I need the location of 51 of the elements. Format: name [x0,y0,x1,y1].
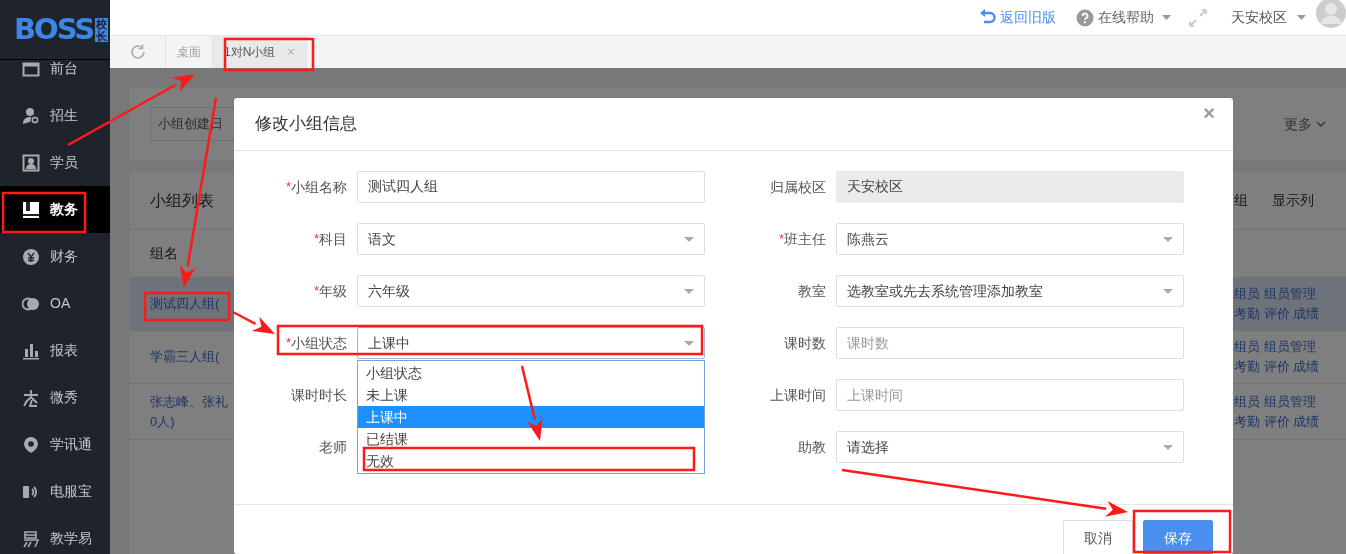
column-header: 组名 [150,244,178,263]
sidebar-item[interactable]: 电服宝 [0,468,110,515]
cancel-button[interactable]: 取消 [1063,520,1133,554]
required-mark: * [313,282,319,301]
list-title: 小组列表 [150,190,214,211]
field-label: 课时时长 [291,385,347,405]
field-label: 课时数 [784,333,826,353]
field-label: 小组状态 [291,333,347,353]
input-field[interactable]: 测试四人组 [357,171,705,203]
sidebar-item[interactable]: 招生 [0,92,110,139]
help-menu[interactable]: 在线帮助 [1076,7,1171,28]
field-label: 班主任 [784,229,826,249]
required-mark: * [313,230,319,249]
header-action[interactable]: 显示列 [1272,190,1314,211]
required-mark: * [285,178,291,197]
field-label: 上课时间 [770,385,826,405]
field-label: 科目 [319,229,347,249]
sidebar-item[interactable]: 财务 [0,233,110,280]
field-label: 教室 [798,281,826,301]
field-label: 老师 [319,437,347,457]
sidebar-item[interactable]: 学员 [0,139,110,186]
required-mark: * [285,334,291,353]
sidebar-item[interactable]: 报表 [0,327,110,374]
required-mark: * [778,230,784,249]
back-link[interactable]: 返回旧版 [979,7,1056,28]
sidebar-item[interactable]: 前台 [0,60,110,92]
dropdown-option[interactable]: 已结课 [358,428,704,450]
select-field[interactable]: 语文 [357,223,705,255]
campus-menu[interactable]: 天安校区 [1231,7,1306,28]
sidebar-item[interactable]: OA [0,280,110,327]
dropdown-option[interactable]: 未上课 [358,384,704,406]
sidebar-item[interactable]: 微秀 [0,374,110,421]
sidebar-item[interactable]: 学讯通 [0,421,110,468]
select-field[interactable]: 选教室或先去系统管理添加教室 [836,275,1184,307]
field-label: 归属校区 [770,177,826,197]
sidebar-item[interactable]: 教学易 [0,515,110,554]
header-action[interactable]: 组 [1234,190,1248,211]
input-field[interactable]: 上课时间 [836,379,1184,411]
sidebar-item[interactable]: 教务 [0,186,110,233]
select-field[interactable]: 请选择 [836,431,1184,463]
dropdown-option[interactable]: 无效 [358,450,704,472]
select-field[interactable]: 陈燕云 [836,223,1184,255]
select-field[interactable]: 六年级 [357,275,705,307]
select-field[interactable]: 上课中 [357,327,705,359]
field-label: 年级 [319,281,347,301]
field-label: 助教 [798,437,826,457]
field-label: 小组名称 [291,177,347,197]
logo-badge: 校长 [95,17,109,42]
logo-text: BOSS [14,15,94,44]
input-field[interactable]: 课时数 [836,327,1184,359]
dropdown-option[interactable]: 小组状态 [358,362,704,384]
